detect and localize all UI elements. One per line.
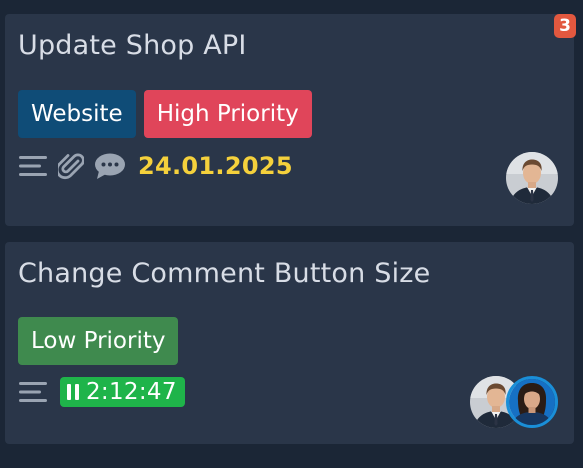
task-card[interactable]: Change Comment Button Size Low Priority … bbox=[5, 242, 574, 444]
timer-value: 2:12:47 bbox=[86, 379, 177, 405]
task-card[interactable]: Update Shop API 3 Website High Priority bbox=[5, 14, 576, 226]
label-high-priority[interactable]: High Priority bbox=[143, 90, 312, 138]
card-title: Update Shop API bbox=[18, 30, 247, 61]
pause-icon[interactable] bbox=[66, 383, 80, 401]
card-members bbox=[470, 376, 558, 428]
description-icon bbox=[18, 154, 48, 178]
card-title: Change Comment Button Size bbox=[18, 258, 431, 289]
time-tracker[interactable]: 2:12:47 bbox=[60, 377, 185, 407]
member-avatar[interactable] bbox=[506, 152, 558, 204]
card-labels: Website High Priority bbox=[18, 90, 312, 138]
card-meta: 2:12:47 bbox=[18, 376, 185, 408]
label-website[interactable]: Website bbox=[18, 90, 136, 138]
member-avatar[interactable] bbox=[506, 376, 558, 428]
label-low-priority[interactable]: Low Priority bbox=[18, 317, 179, 365]
description-icon bbox=[18, 380, 48, 404]
card-members bbox=[506, 152, 558, 204]
notification-count-badge: 3 bbox=[554, 14, 576, 38]
card-meta: 24.01.2025 bbox=[18, 150, 293, 182]
attachment-icon[interactable] bbox=[58, 151, 84, 181]
due-date[interactable]: 24.01.2025 bbox=[138, 152, 293, 180]
comment-icon[interactable] bbox=[94, 152, 126, 180]
card-labels: Low Priority bbox=[18, 317, 179, 365]
